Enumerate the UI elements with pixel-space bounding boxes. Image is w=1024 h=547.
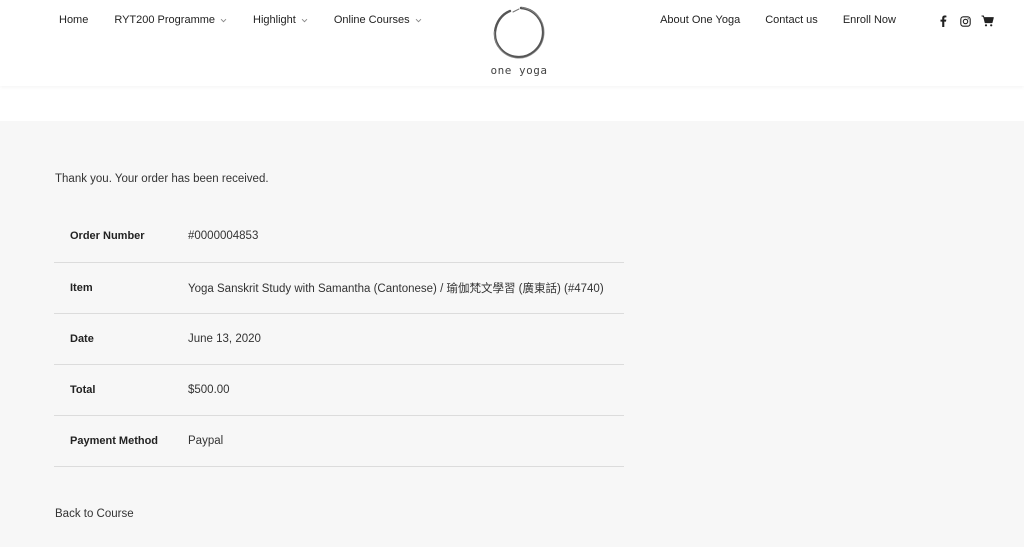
- nav-item-online-courses[interactable]: Online Courses: [334, 14, 422, 26]
- enso-circle-icon: [493, 6, 545, 59]
- order-number-value: #0000004853: [188, 211, 624, 263]
- chevron-down-icon: [301, 17, 308, 24]
- primary-nav-left: Home RYT200 Programme Highlight Online C…: [59, 14, 422, 26]
- order-date-value: June 13, 2020: [188, 313, 624, 365]
- nav-item-label: Contact us: [765, 14, 818, 26]
- chevron-down-icon: [415, 17, 422, 24]
- nav-item-ryt200[interactable]: RYT200 Programme: [114, 14, 227, 26]
- nav-item-home[interactable]: Home: [59, 14, 88, 26]
- header-spacer: [0, 86, 1024, 121]
- site-logo[interactable]: one yoga: [488, 2, 550, 82]
- chevron-down-icon: [220, 17, 227, 24]
- payment-method-value: Paypal: [188, 415, 624, 467]
- order-row-payment-method: Payment Method Paypal: [54, 415, 624, 467]
- facebook-icon[interactable]: [936, 14, 950, 28]
- back-to-course-link[interactable]: Back to Course: [55, 508, 134, 520]
- nav-item-label: Home: [59, 14, 89, 26]
- order-row-total: Total $500.00: [54, 364, 624, 416]
- site-header: Home RYT200 Programme Highlight Online C…: [0, 0, 1024, 86]
- row-label: Item: [54, 262, 188, 314]
- row-label: Date: [54, 313, 188, 365]
- order-row-number: Order Number #0000004853: [54, 211, 624, 263]
- nav-item-label: RYT200 Programme: [114, 14, 216, 26]
- nav-item-label: About One Yoga: [660, 14, 741, 26]
- social-links: [936, 14, 994, 28]
- row-label: Total: [54, 364, 188, 416]
- order-details-table: Order Number #0000004853 Item Yoga Sansk…: [54, 211, 624, 467]
- logo-text: one yoga: [490, 64, 548, 77]
- order-row-item: Item Yoga Sanskrit Study with Samantha (…: [54, 262, 624, 314]
- nav-item-label: Highlight: [253, 14, 296, 26]
- row-label: Order Number: [54, 211, 188, 263]
- order-item-value: Yoga Sanskrit Study with Samantha (Canto…: [188, 262, 624, 314]
- instagram-icon[interactable]: [958, 14, 972, 28]
- nav-item-label: Online Courses: [333, 14, 410, 26]
- order-thank-you-message: Thank you. Your order has been received.: [55, 173, 269, 185]
- order-received-section: Thank you. Your order has been received.…: [0, 121, 1024, 547]
- order-row-date: Date June 13, 2020: [54, 313, 624, 365]
- order-total-value: $500.00: [188, 364, 624, 416]
- row-label: Payment Method: [54, 415, 188, 467]
- cart-icon[interactable]: [980, 14, 994, 28]
- nav-item-contact[interactable]: Contact us: [765, 14, 818, 26]
- nav-item-label: Enroll Now: [842, 14, 896, 26]
- nav-item-enroll[interactable]: Enroll Now: [843, 14, 896, 26]
- nav-item-about[interactable]: About One Yoga: [660, 14, 740, 26]
- primary-nav-right: About One Yoga Contact us Enroll Now: [660, 14, 896, 26]
- nav-item-highlight[interactable]: Highlight: [253, 14, 308, 26]
